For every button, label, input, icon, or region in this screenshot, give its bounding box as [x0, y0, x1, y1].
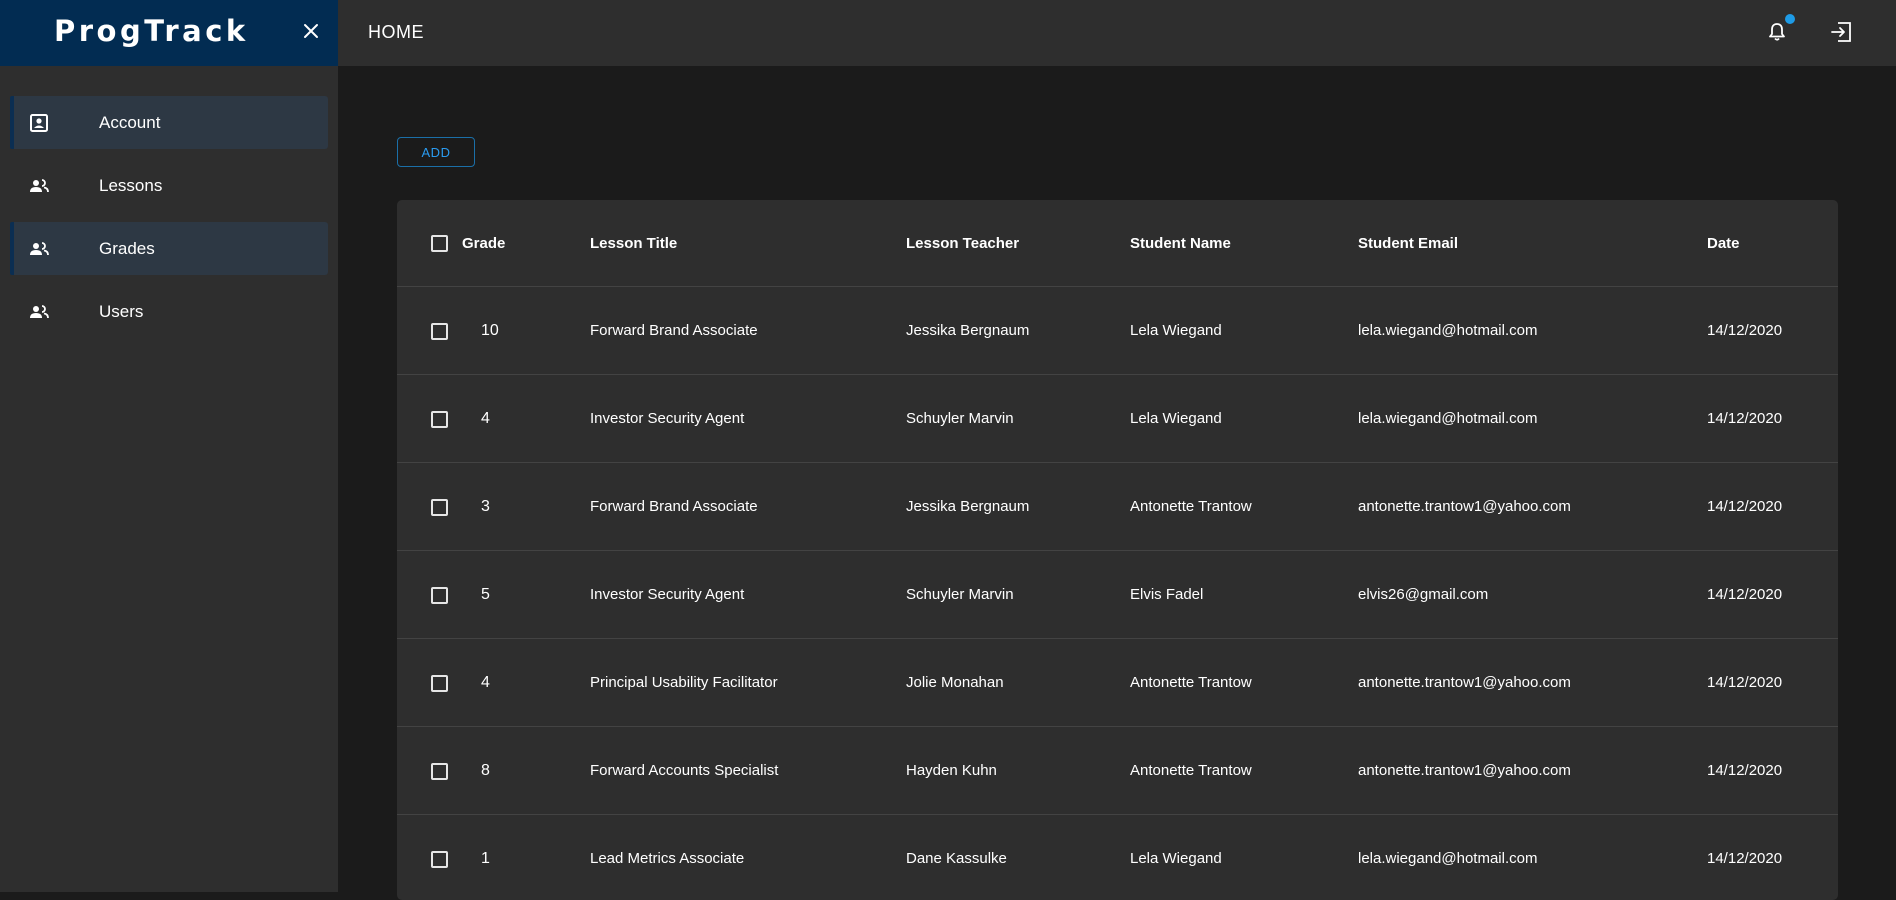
cell-student-email: lela.wiegand@hotmail.com	[1358, 410, 1538, 427]
cell-lesson-teacher: Dane Kassulke	[906, 850, 1007, 867]
cell-student-email: antonette.trantow1@yahoo.com	[1358, 762, 1571, 779]
table-header-row: Grade Lesson Title Lesson Teacher Studen…	[397, 200, 1838, 287]
cell-date: 14/12/2020	[1707, 762, 1783, 779]
cell-lesson-title: Investor Security Agent	[590, 410, 745, 427]
sidebar: ProgTrack Account Lessons Grades Users	[0, 0, 338, 892]
cell-lesson-title: Forward Brand Associate	[590, 322, 758, 339]
sidebar-item-label: Grades	[99, 238, 155, 258]
column-header-grade[interactable]: Grade	[462, 200, 505, 286]
cell-grade: 4	[481, 409, 490, 427]
row-checkbox[interactable]	[431, 674, 448, 692]
bell-icon	[1769, 23, 1785, 41]
sidebar-item-lessons[interactable]: Lessons	[10, 159, 328, 212]
column-header-date[interactable]: Date	[1707, 200, 1740, 286]
cell-date: 14/12/2020	[1707, 586, 1783, 603]
cell-grade: 5	[481, 585, 490, 603]
row-checkbox[interactable]	[431, 410, 448, 428]
cell-lesson-teacher: Jessika Bergnaum	[906, 498, 1030, 515]
cell-lesson-teacher: Schuyler Marvin	[906, 586, 1014, 603]
app-logo-title: ProgTrack	[54, 14, 249, 48]
cell-date: 14/12/2020	[1707, 498, 1783, 515]
cell-lesson-teacher: Jessika Bergnaum	[906, 322, 1030, 339]
cell-student-email: antonette.trantow1@yahoo.com	[1358, 674, 1571, 691]
row-checkbox[interactable]	[431, 762, 448, 780]
cell-student-name: Lela Wiegand	[1130, 410, 1222, 427]
table-row[interactable]: 5 Investor Security Agent Schuyler Marvi…	[397, 551, 1838, 639]
page-title: HOME	[368, 22, 424, 42]
cell-student-name: Elvis Fadel	[1130, 586, 1204, 603]
cell-student-name: Lela Wiegand	[1130, 850, 1222, 867]
cell-student-email: lela.wiegand@hotmail.com	[1358, 322, 1538, 339]
cell-lesson-title: Principal Usability Facilitator	[590, 674, 778, 691]
column-header-student-name[interactable]: Student Name	[1130, 200, 1231, 286]
close-sidebar-button[interactable]	[300, 20, 322, 42]
cell-lesson-teacher: Jolie Monahan	[906, 674, 1004, 691]
sidebar-item-account[interactable]: Account	[10, 96, 328, 149]
cell-grade: 4	[481, 673, 490, 691]
notifications-button[interactable]	[1765, 20, 1789, 44]
cell-lesson-teacher: Hayden Kuhn	[906, 762, 997, 779]
people-icon	[28, 238, 50, 260]
cell-student-email: antonette.trantow1@yahoo.com	[1358, 498, 1571, 515]
cell-date: 14/12/2020	[1707, 674, 1783, 691]
add-grade-button[interactable]: ADD	[397, 137, 475, 167]
sidebar-item-label: Users	[99, 301, 144, 321]
brand-bar: ProgTrack	[0, 0, 338, 66]
cell-student-name: Lela Wiegand	[1130, 322, 1222, 339]
row-checkbox[interactable]	[431, 850, 448, 868]
row-checkbox[interactable]	[431, 498, 448, 516]
table-row[interactable]: 10 Forward Brand Associate Jessika Bergn…	[397, 287, 1838, 375]
sidebar-nav: Account Lessons Grades Users	[10, 96, 328, 348]
cell-grade: 8	[481, 761, 490, 779]
cell-student-name: Antonette Trantow	[1130, 762, 1252, 779]
grades-table: Grade Lesson Title Lesson Teacher Studen…	[397, 200, 1838, 900]
table-row[interactable]: 1 Lead Metrics Associate Dane Kassulke L…	[397, 815, 1838, 900]
cell-student-name: Antonette Trantow	[1130, 674, 1252, 691]
people-icon	[28, 175, 50, 197]
account-box-icon	[28, 112, 50, 134]
sidebar-item-users[interactable]: Users	[10, 285, 328, 338]
logout-button[interactable]	[1829, 19, 1855, 45]
logout-icon	[1831, 22, 1851, 42]
table-row[interactable]: 8 Forward Accounts Specialist Hayden Kuh…	[397, 727, 1838, 815]
people-icon	[28, 301, 50, 323]
sidebar-item-label: Account	[99, 112, 161, 132]
top-header: HOME	[338, 0, 1896, 66]
close-icon	[304, 24, 318, 38]
cell-date: 14/12/2020	[1707, 410, 1783, 427]
row-checkbox[interactable]	[431, 322, 448, 340]
cell-grade: 3	[481, 497, 490, 515]
cell-lesson-teacher: Schuyler Marvin	[906, 410, 1014, 427]
cell-student-name: Antonette Trantow	[1130, 498, 1252, 515]
notification-badge-dot	[1785, 14, 1795, 24]
cell-lesson-title: Forward Brand Associate	[590, 498, 758, 515]
cell-date: 14/12/2020	[1707, 850, 1783, 867]
cell-date: 14/12/2020	[1707, 322, 1783, 339]
sidebar-item-label: Lessons	[99, 175, 163, 195]
cell-lesson-title: Forward Accounts Specialist	[590, 762, 779, 779]
cell-grade: 10	[481, 321, 499, 339]
cell-lesson-title: Lead Metrics Associate	[590, 850, 745, 867]
table-row[interactable]: 4 Principal Usability Facilitator Jolie …	[397, 639, 1838, 727]
cell-student-email: lela.wiegand@hotmail.com	[1358, 850, 1538, 867]
column-header-lesson-teacher[interactable]: Lesson Teacher	[906, 200, 1019, 286]
select-all-checkbox[interactable]	[431, 235, 448, 252]
cell-student-email: elvis26@gmail.com	[1358, 586, 1489, 603]
column-header-lesson-title[interactable]: Lesson Title	[590, 200, 677, 286]
column-header-student-email[interactable]: Student Email	[1358, 200, 1458, 286]
table-row[interactable]: 3 Forward Brand Associate Jessika Bergna…	[397, 463, 1838, 551]
row-checkbox[interactable]	[431, 586, 448, 604]
cell-lesson-title: Investor Security Agent	[590, 586, 745, 603]
table-row[interactable]: 4 Investor Security Agent Schuyler Marvi…	[397, 375, 1838, 463]
cell-grade: 1	[481, 849, 490, 867]
sidebar-item-grades[interactable]: Grades	[10, 222, 328, 275]
